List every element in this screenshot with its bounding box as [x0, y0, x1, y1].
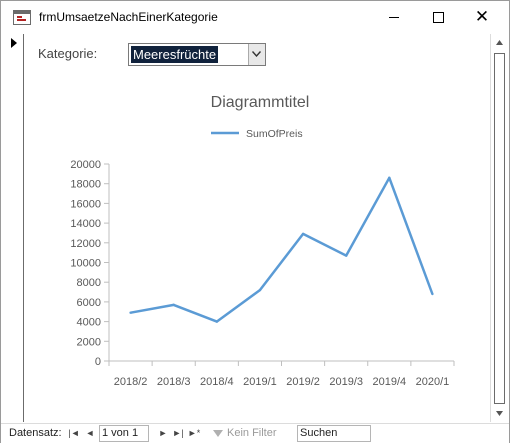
minimize-icon	[389, 17, 399, 18]
kategorie-combobox[interactable]: Meeresfrüchte	[128, 43, 266, 66]
search-input[interactable]: Suchen	[297, 425, 371, 442]
form-body: Kategorie: Meeresfrüchte	[24, 34, 490, 422]
next-record-button[interactable]: ►	[156, 426, 170, 440]
close-button[interactable]: ✕	[459, 1, 505, 33]
access-form-window: frmUmsaetzeNachEinerKategorie ✕ Kategori…	[0, 0, 510, 443]
kategorie-label: Kategorie:	[38, 46, 98, 61]
record-nav-label: Datensatz:	[9, 427, 62, 439]
first-record-button[interactable]: |◄	[67, 426, 81, 440]
scroll-down-button[interactable]	[491, 405, 508, 422]
window-title: frmUmsaetzeNachEinerKategorie	[39, 10, 218, 24]
maximize-button[interactable]	[415, 1, 461, 33]
chevron-down-icon	[252, 51, 261, 57]
scroll-up-button[interactable]	[491, 34, 508, 51]
title-bar: frmUmsaetzeNachEinerKategorie ✕	[1, 1, 509, 33]
new-record-button[interactable]: ►*	[187, 426, 201, 440]
triangle-up-icon	[496, 40, 503, 45]
filter-label: Kein Filter	[227, 427, 277, 439]
filter-indicator[interactable]: Kein Filter	[213, 427, 277, 439]
kategorie-dropdown-button[interactable]	[248, 44, 265, 65]
vertical-scrollbar[interactable]	[490, 34, 508, 422]
form-icon	[13, 10, 31, 25]
scrollbar-thumb[interactable]	[494, 53, 505, 404]
triangle-down-icon	[496, 411, 503, 416]
current-record-arrow-icon	[11, 38, 17, 48]
last-record-button[interactable]: ►|	[171, 426, 185, 440]
previous-record-button[interactable]: ◄	[83, 426, 97, 440]
kategorie-value: Meeresfrüchte	[131, 46, 219, 63]
maximize-icon	[433, 12, 444, 23]
record-navigation-bar: Datensatz: |◄ ◄ 1 von 1 ► ►| ►* Kein Fil…	[1, 423, 509, 443]
filter-icon	[213, 429, 223, 437]
current-record-field[interactable]: 1 von 1	[99, 425, 149, 442]
record-selector[interactable]	[1, 34, 24, 422]
minimize-button[interactable]	[371, 1, 417, 33]
close-icon: ✕	[474, 7, 490, 26]
